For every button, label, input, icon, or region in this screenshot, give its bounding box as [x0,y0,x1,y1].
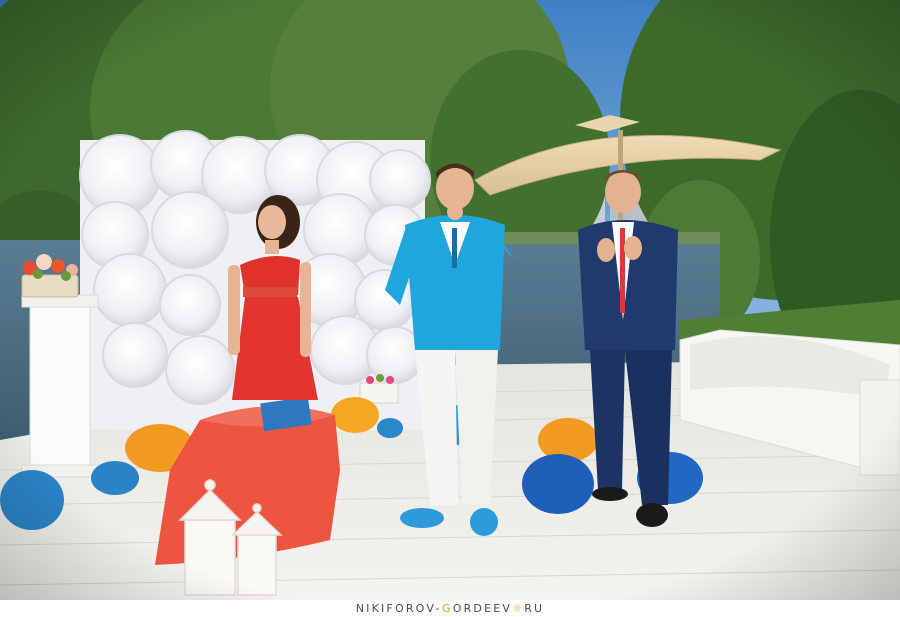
vignette [0,0,900,600]
wedding-ceremony-photo [0,0,900,600]
photographer-watermark: NIKIFOROV-GORDEEV☼RU [0,600,900,617]
watermark-accent-letter: G [441,602,453,615]
watermark-part-3: RU [524,602,545,615]
watermark-part-1: NIKIFOROV- [355,602,442,615]
sun-icon: ☼ [512,602,525,615]
photo-scene [0,0,900,600]
watermark-part-2: ORDEEV [452,602,513,615]
